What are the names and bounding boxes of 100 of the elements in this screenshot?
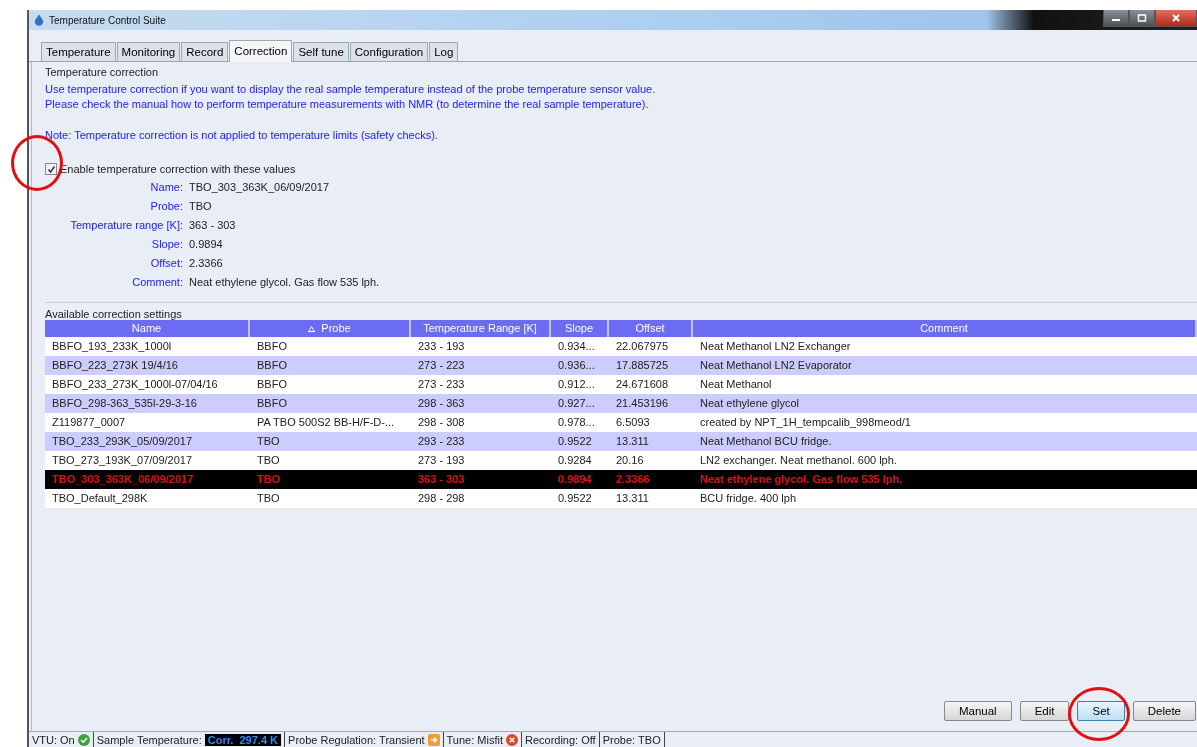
field-label: Name:	[149, 180, 183, 195]
error-circle-icon	[505, 733, 518, 746]
table-cell-text: BBFO	[256, 396, 288, 411]
field-value: 2.3366	[189, 256, 224, 271]
checkbox[interactable]	[45, 163, 57, 175]
table-row[interactable]: TBO_273_193K_07/09/2017 TBO 273 - 193 0.9284 20.16 LN2 exchanger. Neat methanol. 600 lph.	[45, 451, 1197, 470]
field-label: Probe:	[149, 199, 183, 214]
action-button[interactable]: Set	[1077, 701, 1125, 721]
table-cell-text: BBFO_193_233K_1000l	[51, 339, 173, 354]
field-value: 0.9894	[189, 237, 224, 252]
table-cell-text: 298 - 363	[417, 396, 466, 411]
table-cell-text: Neat Methanol BCU fridge.	[699, 434, 833, 449]
tab[interactable]: Temperature	[41, 42, 116, 61]
column-header[interactable]: Name	[45, 320, 250, 337]
tab[interactable]: Log	[429, 42, 459, 61]
status-value: Misfit	[477, 733, 503, 746]
action-button[interactable]: Delete	[1132, 701, 1196, 721]
column-title: Name	[131, 321, 162, 336]
table-row[interactable]: TBO_233_293K_05/09/2017 TBO 293 - 233 0.9522 13.311 Neat Methanol BCU fridge.	[45, 432, 1197, 451]
column-header[interactable]: Temperature Range [K]	[411, 320, 551, 337]
column-header[interactable]: Comment	[693, 320, 1197, 337]
table-cell-text: 17.885725	[615, 358, 669, 373]
table-cell-text: TBO_Default_298K	[51, 491, 149, 506]
table-cell-text: LN2 exchanger. Neat methanol. 600 lph.	[699, 453, 898, 468]
table-cell-text: TBO_233_293K_05/09/2017	[51, 434, 194, 449]
table-cell-text: TBO_303_363K_06/09/2017	[51, 472, 195, 487]
column-title: Slope	[564, 321, 594, 336]
field-value: 363 - 303	[189, 218, 237, 233]
tab[interactable]: Record	[181, 42, 229, 61]
status-label: Probe Regulation:	[288, 733, 377, 746]
action-button[interactable]: Manual	[943, 701, 1012, 721]
table-cell-text: Z119877_0007	[51, 415, 127, 430]
table-cell-text: BCU fridge. 400 lph	[699, 491, 797, 506]
field-label: Slope:	[150, 237, 183, 252]
table-cell-text: 363 - 303	[417, 472, 466, 487]
table-cell-text: Neat ethylene glycol	[699, 396, 801, 411]
table-cell-text: 273 - 223	[417, 358, 466, 373]
table-cell-text: 13.311	[615, 434, 650, 449]
table-cell-text: TBO	[256, 434, 281, 449]
status-label: Tune:	[446, 733, 475, 746]
section-title: Temperature correction	[45, 66, 160, 78]
table-cell-text: 0.9894	[557, 472, 593, 487]
table-cell-text: TBO_273_193K_07/09/2017	[51, 453, 194, 468]
column-title: Offset	[635, 321, 665, 336]
column-header[interactable]: Offset	[609, 320, 693, 337]
tab[interactable]: Correction	[229, 40, 293, 62]
close-button[interactable]	[1155, 10, 1197, 27]
table-cell-text: 273 - 233	[417, 377, 466, 392]
status-value: TBO	[638, 733, 661, 746]
table-cell-text: 2.3366	[615, 472, 651, 487]
arrow-square-icon	[427, 733, 440, 746]
minimize-button[interactable]	[1103, 10, 1129, 27]
table-cell-text: Neat Methanol LN2 Evaporator	[699, 358, 853, 373]
table-row[interactable]: TBO_303_363K_06/09/2017 TBO 363 - 303 0.9894 2.3366 Neat ethylene glycol. Gas flow 535 lph.	[45, 470, 1197, 489]
status-label: VTU:	[32, 733, 58, 746]
field-label: Temperature range [K]:	[69, 218, 183, 233]
tab[interactable]: Monitoring	[116, 42, 181, 61]
table-cell-text: TBO	[256, 491, 281, 506]
table-cell-text: 273 - 193	[417, 453, 466, 468]
table-row[interactable]: BBFO_298-363_535l-29-3-16 BBFO 298 - 363 0.927... 21.453196 Neat ethylene glycol	[45, 394, 1197, 413]
tab[interactable]: Configuration	[349, 42, 429, 61]
table-row[interactable]: Z119877_0007 PA TBO 500S2 BB-H/F-D-... 298 - 308 0.978... 6.5093 created by NPT_1H_tempcalib_998meod/1	[45, 413, 1197, 432]
table-cell-text: Neat Methanol	[699, 377, 773, 392]
column-header[interactable]: Probe	[250, 320, 411, 337]
table-cell-text: 293 - 233	[417, 434, 466, 449]
table-row[interactable]: BBFO_223_273K 19/4/16 BBFO 273 - 223 0.936... 17.885725 Neat Methanol LN2 Evaporator	[45, 356, 1197, 375]
table-cell-text: 22.067975	[615, 339, 669, 354]
column-title: Temperature Range [K]	[423, 321, 537, 336]
status-value: Corr. 297.4 K	[204, 733, 282, 746]
info-text: Please check the manual how to perform temperature measurements with NMR (to determine the real sample temperature).	[45, 97, 650, 112]
table-cell-text: Neat Methanol LN2 Exchanger	[699, 339, 852, 354]
table-row[interactable]: TBO_Default_298K TBO 298 - 298 0.9522 13.311 BCU fridge. 400 lph	[45, 489, 1197, 508]
checkmark-icon	[46, 164, 56, 174]
table-cell-text: 20.16	[615, 453, 645, 468]
droplet-icon	[34, 14, 44, 26]
table-cell-text: BBFO	[256, 377, 288, 392]
status-label: Sample Temperature:	[96, 733, 202, 746]
tab[interactable]: Self tune	[293, 42, 349, 61]
table-cell-text: 298 - 298	[417, 491, 466, 506]
table-row[interactable]: BBFO_233_273K_1000l-07/04/16 BBFO 273 - 233 0.912... 24.671608 Neat Methanol	[45, 375, 1197, 394]
table-cell-text: BBFO_298-363_535l-29-3-16	[51, 396, 198, 411]
table-cell-text: 0.934...	[557, 339, 596, 354]
column-title: Comment	[920, 321, 968, 336]
field-value: TBO_303_363K_06/09/2017	[189, 180, 331, 195]
table-cell-text: PA TBO 500S2 BB-H/F-D-...	[256, 415, 396, 430]
table-cell-text: created by NPT_1H_tempcalib_998meod/1	[699, 415, 912, 430]
table-cell-text: 21.453196	[615, 396, 669, 411]
table-cell-text: 0.936...	[557, 358, 596, 373]
action-button[interactable]: Edit	[1019, 701, 1070, 721]
table-cell-text: BBFO_233_273K_1000l-07/04/16	[51, 377, 219, 392]
table-row[interactable]: BBFO_193_233K_1000l BBFO 233 - 193 0.934... 22.067975 Neat Methanol LN2 Exchanger	[45, 337, 1197, 356]
field-label: Comment:	[131, 275, 183, 290]
status-value: Transient	[379, 733, 425, 746]
table-cell-text: 0.927...	[557, 396, 596, 411]
table-cell-text: BBFO	[256, 339, 288, 354]
table-cell-text: 0.9284	[557, 453, 593, 468]
status-value: Off	[581, 733, 596, 746]
close-icon	[1171, 14, 1181, 22]
column-header[interactable]: Slope	[551, 320, 609, 337]
maximize-button[interactable]	[1129, 10, 1155, 27]
